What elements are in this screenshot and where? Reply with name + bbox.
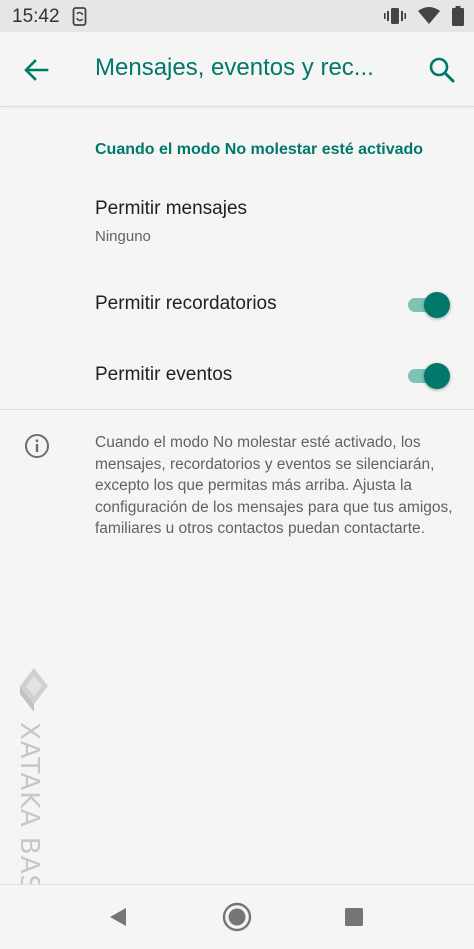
- search-button[interactable]: [426, 54, 458, 86]
- page-title: Mensajes, eventos y rec...: [95, 54, 374, 81]
- back-button[interactable]: [20, 54, 52, 86]
- status-time: 15:42: [12, 6, 60, 27]
- search-icon: [429, 57, 455, 83]
- nav-home-button[interactable]: [221, 901, 253, 933]
- battery-icon: [452, 6, 464, 31]
- setting-title: Permitir recordatorios: [95, 293, 277, 314]
- toggle-thumb: [424, 292, 450, 318]
- navigation-bar: [0, 884, 474, 949]
- triangle-back-icon: [110, 908, 126, 926]
- setting-value: Ninguno: [95, 228, 151, 245]
- setting-allow-messages[interactable]: Permitir mensajes Ninguno: [0, 186, 474, 262]
- nav-recents-button[interactable]: [338, 901, 370, 933]
- app-bar: Mensajes, eventos y rec...: [0, 32, 474, 107]
- setting-title: Permitir eventos: [95, 364, 233, 385]
- arrow-left-icon: [24, 59, 49, 81]
- status-bar: 15:42: [0, 0, 474, 32]
- events-toggle[interactable]: [408, 363, 450, 389]
- sync-notification-icon: [72, 7, 88, 31]
- section-header: Cuando el modo No molestar esté activado: [95, 141, 424, 158]
- status-icons: [384, 6, 464, 31]
- vibrate-icon: [384, 7, 406, 30]
- xataka-logo-icon: [20, 668, 48, 712]
- setting-allow-reminders[interactable]: Permitir recordatorios: [0, 274, 474, 334]
- setting-title: Permitir mensajes: [95, 198, 248, 219]
- circle-home-icon: [222, 902, 252, 932]
- square-recents-icon: [345, 908, 363, 926]
- wifi-icon: [418, 7, 440, 30]
- setting-allow-events[interactable]: Permitir eventos: [0, 345, 474, 405]
- info-footer-text: Cuando el modo No molestar esté activado…: [95, 434, 453, 537]
- toggle-thumb: [424, 363, 450, 389]
- reminders-toggle[interactable]: [408, 292, 450, 318]
- divider: [0, 409, 474, 410]
- nav-back-button[interactable]: [102, 901, 134, 933]
- info-icon: [24, 433, 50, 464]
